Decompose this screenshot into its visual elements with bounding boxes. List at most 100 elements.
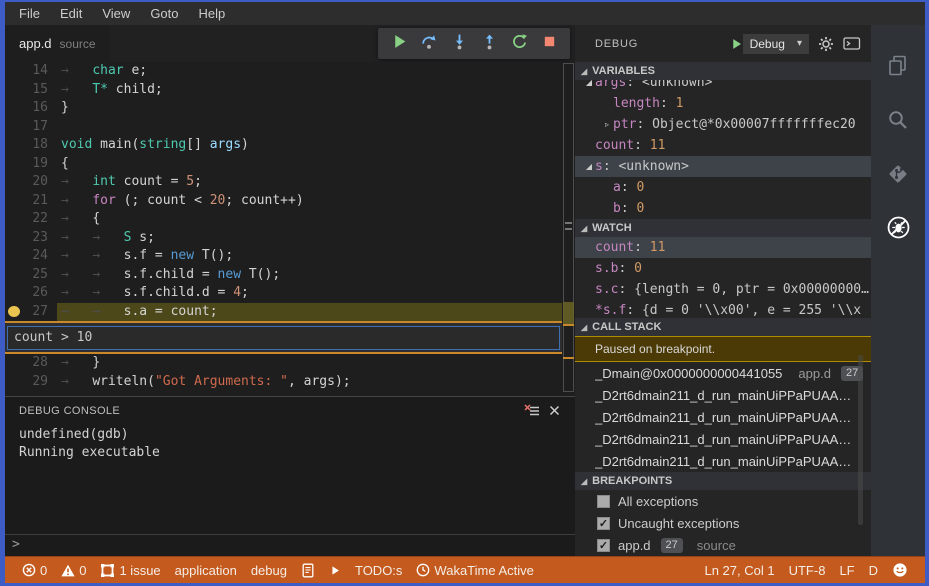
line-number-gutter[interactable]: 16: [5, 99, 57, 118]
debug-repl-icon[interactable]: [843, 36, 861, 51]
code-line[interactable]: 29 → writeln("Got Arguments: ", args);: [5, 373, 575, 392]
menu-item-help[interactable]: Help: [189, 6, 236, 21]
code-line[interactable]: 19 {: [5, 155, 575, 174]
status-item-application[interactable]: application: [168, 557, 244, 583]
restart-button[interactable]: [504, 31, 534, 57]
line-number-gutter[interactable]: 14: [5, 62, 57, 81]
code-line[interactable]: 27 → → s.a = count;: [5, 302, 575, 322]
step-out-button[interactable]: [474, 31, 504, 57]
panel-scrollbar[interactable]: [858, 355, 863, 525]
breakpoint-row[interactable]: ✓ Uncaught exceptions: [575, 512, 871, 534]
close-icon[interactable]: [543, 401, 565, 421]
line-number-gutter[interactable]: 26: [5, 284, 57, 303]
section-call-stack[interactable]: ◢ CALL STACK: [575, 318, 871, 336]
status-item-utf-8[interactable]: UTF-8: [782, 557, 833, 583]
debug-config-dropdown[interactable]: Debug ▾: [742, 33, 809, 54]
watch-row[interactable]: *s.f: {d = 0 '\\x00', e = 255 '\\x: [575, 300, 871, 318]
section-watch[interactable]: ◢ WATCH: [575, 219, 871, 237]
menu-item-goto[interactable]: Goto: [140, 6, 188, 21]
menu-item-file[interactable]: File: [9, 6, 50, 21]
status-item-todo-s[interactable]: TODO:s: [348, 557, 409, 583]
code-line[interactable]: 16}: [5, 99, 575, 118]
continue-button[interactable]: [384, 31, 414, 57]
line-number-gutter[interactable]: 17: [5, 118, 57, 137]
status-item-0[interactable]: 0: [54, 557, 93, 583]
variable-row[interactable]: b: 0: [575, 198, 871, 219]
code-text[interactable]: → → S s;: [57, 229, 562, 248]
code-line[interactable]: 28 → }: [5, 354, 575, 373]
line-number-gutter[interactable]: 27: [5, 303, 57, 322]
step-into-button[interactable]: [444, 31, 474, 57]
variable-row[interactable]: ◢ args: <unknown>: [575, 80, 871, 93]
line-number-gutter[interactable]: 15: [5, 81, 57, 100]
code-line[interactable]: 15 → T* child;: [5, 81, 575, 100]
status-item-0[interactable]: 0: [15, 557, 54, 583]
section-breakpoints[interactable]: ◢ BREAKPOINTS: [575, 472, 871, 490]
code-text[interactable]: → T* child;: [57, 81, 562, 100]
code-text[interactable]: → int count = 5;: [57, 173, 562, 192]
code-text[interactable]: → char e;: [57, 62, 562, 81]
variable-row[interactable]: count: 11: [575, 135, 871, 156]
status-item-d[interactable]: D: [862, 557, 885, 583]
checkbox[interactable]: [597, 494, 610, 508]
stack-frame[interactable]: _D2rt6dmain211_d_run_mainUiPPaPUAA…: [575, 428, 871, 450]
code-text[interactable]: → writeln("Got Arguments: ", args);: [57, 373, 562, 392]
code-line[interactable]: 21 → for (; count < 20; count++): [5, 192, 575, 211]
stack-frame[interactable]: _Dmain@0x0000000000441055 app.d 27: [575, 362, 871, 384]
line-number-gutter[interactable]: 23: [5, 229, 57, 248]
status-item-lf[interactable]: LF: [832, 557, 861, 583]
code-text[interactable]: → → s.a = count;: [57, 302, 562, 321]
variable-row[interactable]: length: 1: [575, 93, 871, 114]
stack-frame[interactable]: _D2rt6dmain211_d_run_mainUiPPaPUAA…: [575, 450, 871, 472]
code-line[interactable]: 25 → → s.f.child = new T();: [5, 266, 575, 285]
status-item[interactable]: [885, 557, 915, 583]
activity-debug[interactable]: [871, 203, 925, 257]
variable-row[interactable]: ▹ ptr: Object@*0x00007fffffffec20: [575, 114, 871, 135]
code-line[interactable]: 18 void main(string[] args): [5, 136, 575, 155]
clear-console-icon[interactable]: [521, 401, 543, 421]
code-line[interactable]: 14 → char e;: [5, 62, 575, 81]
breakpoint-condition-input[interactable]: count > 10: [7, 325, 560, 350]
activity-search[interactable]: [871, 95, 925, 149]
gear-icon[interactable]: [818, 36, 834, 52]
activity-explorer[interactable]: [871, 41, 925, 95]
step-over-button[interactable]: [414, 31, 444, 57]
code-text[interactable]: }: [57, 99, 562, 118]
editor-scrollbar[interactable]: [562, 62, 575, 396]
start-debug-icon[interactable]: [730, 37, 743, 51]
code-text[interactable]: → for (; count < 20; count++): [57, 192, 562, 211]
watch-row[interactable]: s.b: 0: [575, 258, 871, 279]
tab-app-d[interactable]: app.d source: [5, 25, 110, 62]
line-number-gutter[interactable]: 18: [5, 136, 57, 155]
checkbox[interactable]: ✓: [597, 538, 610, 552]
code-line[interactable]: 26 → → s.f.child.d = 4;: [5, 284, 575, 303]
code-text[interactable]: → }: [57, 354, 562, 373]
code-line[interactable]: 20 → int count = 5;: [5, 173, 575, 192]
variable-row[interactable]: ◢ s: <unknown>: [575, 156, 871, 177]
menu-item-view[interactable]: View: [92, 6, 140, 21]
activity-source-control[interactable]: [871, 149, 925, 203]
code-text[interactable]: void main(string[] args): [57, 136, 562, 155]
code-text[interactable]: {: [57, 155, 562, 174]
checkbox[interactable]: ✓: [597, 516, 610, 530]
watch-row[interactable]: s.c: {length = 0, ptr = 0x00000000…: [575, 279, 871, 300]
status-item-debug[interactable]: debug: [244, 557, 294, 583]
status-item-ln-27-col-1[interactable]: Ln 27, Col 1: [697, 557, 781, 583]
line-number-gutter[interactable]: 24: [5, 247, 57, 266]
code-line[interactable]: 17: [5, 118, 575, 137]
code-text[interactable]: → {: [57, 210, 562, 229]
status-item-wakatime-active[interactable]: WakaTime Active: [409, 557, 540, 583]
code-text[interactable]: → → s.f.child = new T();: [57, 266, 562, 285]
stop-button[interactable]: [534, 31, 564, 57]
breakpoint-icon[interactable]: [8, 306, 20, 317]
line-number-gutter[interactable]: 25: [5, 266, 57, 285]
line-number-gutter[interactable]: 21: [5, 192, 57, 211]
line-number-gutter[interactable]: 19: [5, 155, 57, 174]
line-number-gutter[interactable]: 29: [5, 373, 57, 392]
line-number-gutter[interactable]: 22: [5, 210, 57, 229]
code-editor[interactable]: 14 → char e; 15 → T* child; 16} 17 18 void main…: [5, 62, 575, 396]
code-line[interactable]: 23 → → S s;: [5, 229, 575, 248]
code-text[interactable]: → → s.f = new T();: [57, 247, 562, 266]
watch-row[interactable]: count: 11: [575, 237, 871, 258]
breakpoint-row[interactable]: ✓ app.d 27 source: [575, 534, 871, 556]
